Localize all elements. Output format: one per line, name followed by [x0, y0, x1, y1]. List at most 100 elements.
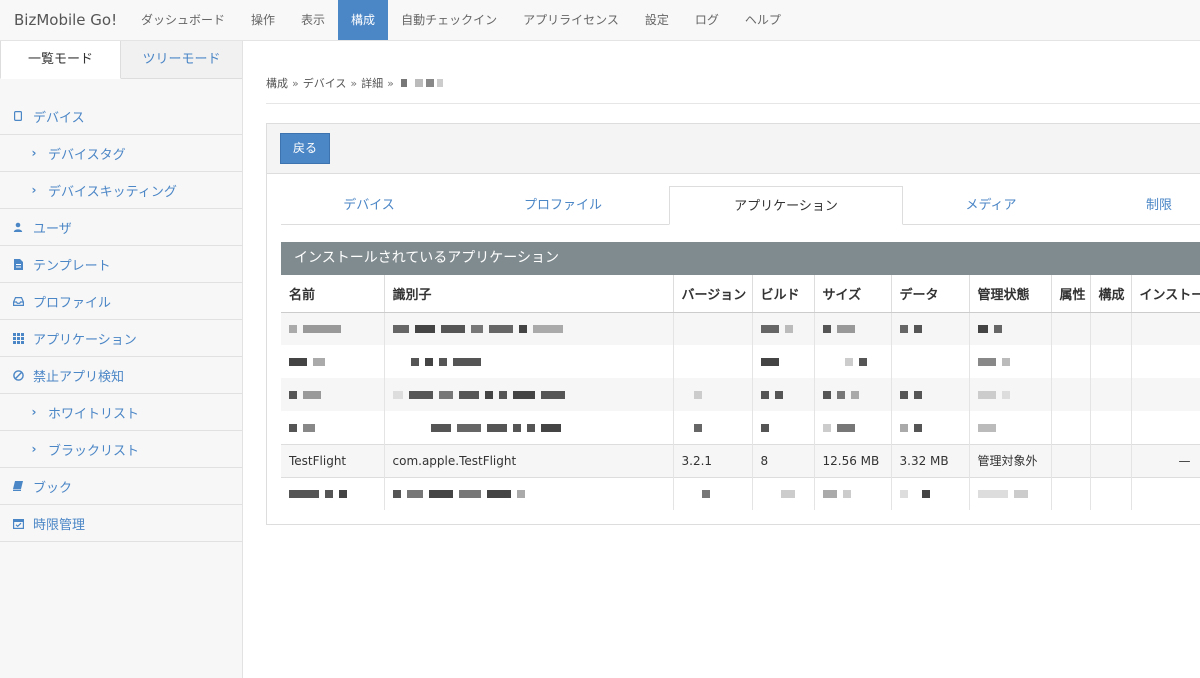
- sidebar-item-users[interactable]: ユーザ: [0, 209, 242, 246]
- breadcrumb-item-detail[interactable]: 詳細: [361, 75, 383, 91]
- redacted-cell: [673, 378, 753, 411]
- table-row: [281, 378, 1200, 411]
- redacted-block: [425, 79, 434, 87]
- redacted-cell: [969, 476, 1052, 510]
- redacted-cell: [384, 378, 674, 411]
- sidebar-item-applications[interactable]: アプリケーション: [0, 320, 242, 357]
- app-config: [1090, 443, 1132, 477]
- nav-settings[interactable]: 設定: [632, 0, 682, 40]
- breadcrumb: 構成 » デバイス » 詳細 »: [266, 75, 443, 91]
- nav-operation[interactable]: 操作: [238, 0, 288, 40]
- nav-app-license[interactable]: アプリライセンス: [510, 0, 632, 40]
- sidebar-item-label: テンプレート: [33, 258, 111, 274]
- grid-icon: [12, 332, 24, 344]
- breadcrumb-separator: »: [350, 76, 358, 90]
- breadcrumb-separator: »: [292, 76, 299, 90]
- column-header-management-status[interactable]: 管理状態: [969, 275, 1052, 313]
- app-build: 8: [752, 443, 815, 477]
- nav-help[interactable]: ヘルプ: [732, 0, 794, 40]
- divider: [266, 103, 1200, 104]
- sidebar-item-label: デバイスタグ: [48, 147, 126, 163]
- redacted-cell: [281, 411, 385, 444]
- redacted-cell: [384, 312, 674, 345]
- tab-list-mode[interactable]: 一覧モード: [0, 41, 121, 79]
- sidebar-item-templates[interactable]: テンプレート: [0, 246, 242, 283]
- breadcrumb-item-configuration[interactable]: 構成: [266, 75, 288, 91]
- redacted-cell: [969, 378, 1052, 411]
- redacted-cell: [814, 411, 892, 444]
- sidebar-item-time-limit[interactable]: 時限管理: [0, 505, 242, 542]
- back-button[interactable]: 戻る: [280, 133, 330, 164]
- ban-icon: [12, 369, 24, 381]
- column-header-attribute[interactable]: 属性: [1051, 275, 1091, 313]
- tab-tree-mode[interactable]: ツリーモード: [121, 41, 242, 79]
- column-header-version[interactable]: バージョン: [673, 275, 753, 313]
- app-data: 3.32 MB: [891, 443, 970, 477]
- sidebar-item-label: ブック: [33, 480, 73, 496]
- table-row[interactable]: TestFlight com.apple.TestFlight 3.2.1 8 …: [281, 443, 1200, 477]
- nav-configuration[interactable]: 構成: [338, 0, 389, 40]
- tab-restrictions[interactable]: 制限: [1079, 186, 1200, 225]
- sidebar-item-device-tags[interactable]: › デバイスタグ: [0, 135, 242, 172]
- redacted-cell: [281, 312, 385, 345]
- sidebar-item-blacklist[interactable]: › ブラックリスト: [0, 431, 242, 468]
- sidebar-item-devices[interactable]: デバイス: [0, 98, 242, 135]
- chevron-right-icon: ›: [31, 442, 37, 456]
- chevron-right-icon: ›: [31, 146, 37, 160]
- redacted-cell: [814, 378, 892, 411]
- sidebar-item-profiles[interactable]: プロファイル: [0, 283, 242, 320]
- redacted-cell: [891, 411, 970, 444]
- detail-tabs: デバイス プロファイル アプリケーション メディア 制限: [281, 186, 1200, 225]
- brand-logo[interactable]: BizMobile Go!: [0, 0, 128, 40]
- redacted-cell: [673, 476, 753, 510]
- column-header-configuration[interactable]: 構成: [1090, 275, 1132, 313]
- app-install: —: [1131, 443, 1200, 477]
- column-header-size[interactable]: サイズ: [814, 275, 892, 313]
- sidebar-item-device-kitting[interactable]: › デバイスキッティング: [0, 172, 242, 209]
- app-version: 3.2.1: [673, 443, 753, 477]
- column-header-name[interactable]: 名前: [281, 275, 385, 313]
- nav-view[interactable]: 表示: [288, 0, 338, 40]
- redacted-cell: [384, 476, 674, 510]
- panel-header: 戻る: [267, 124, 1200, 174]
- nav-log[interactable]: ログ: [682, 0, 732, 40]
- redacted-cell: [752, 378, 815, 411]
- tab-application[interactable]: アプリケーション: [669, 186, 903, 225]
- tab-device[interactable]: デバイス: [281, 186, 457, 225]
- column-header-build[interactable]: ビルド: [752, 275, 815, 313]
- tab-profile[interactable]: プロファイル: [457, 186, 669, 225]
- sidebar-item-label: ホワイトリスト: [48, 406, 140, 422]
- sidebar-item-whitelist[interactable]: › ホワイトリスト: [0, 394, 242, 431]
- redacted-cell: [814, 312, 892, 345]
- column-header-install[interactable]: インストー: [1131, 275, 1200, 313]
- file-icon: [12, 258, 24, 270]
- redacted-cell: [281, 345, 385, 378]
- sidebar-item-label: デバイスキッティング: [48, 184, 177, 200]
- redacted-block: [436, 79, 443, 87]
- sidebar-item-books[interactable]: ブック: [0, 468, 242, 505]
- sidebar-item-label: 禁止アプリ検知: [33, 369, 125, 385]
- tab-media[interactable]: メディア: [903, 186, 1079, 225]
- nav-dashboard[interactable]: ダッシュボード: [128, 0, 238, 40]
- column-header-identifier[interactable]: 識別子: [384, 275, 674, 313]
- book-icon: [12, 480, 24, 492]
- redacted-cell: [814, 476, 892, 510]
- sidebar-item-prohibited-apps[interactable]: 禁止アプリ検知: [0, 357, 242, 394]
- mode-tabs: 一覧モード ツリーモード: [0, 41, 242, 79]
- app-size: 12.56 MB: [814, 443, 892, 477]
- redacted-cell: [891, 476, 970, 510]
- sidebar-list: デバイス › デバイスタグ › デバイスキッティング ユーザ テンプレート プロ…: [0, 98, 242, 542]
- sidebar-item-label: ブラックリスト: [48, 443, 140, 459]
- user-icon: [12, 221, 24, 233]
- breadcrumb-item-devices[interactable]: デバイス: [303, 75, 347, 91]
- redacted-block: [400, 79, 407, 87]
- section-title: インストールされているアプリケーション: [281, 242, 1200, 275]
- nav-auto-checkin[interactable]: 自動チェックイン: [388, 0, 510, 40]
- device-detail-panel: 戻る デバイス プロファイル アプリケーション メディア 制限 インストールされ…: [266, 123, 1200, 525]
- breadcrumb-separator: »: [387, 76, 394, 90]
- column-header-data[interactable]: データ: [891, 275, 970, 313]
- chevron-right-icon: ›: [31, 405, 37, 419]
- table-row: [281, 476, 1200, 510]
- redacted-cell: [891, 378, 970, 411]
- redacted-cell: [752, 411, 815, 444]
